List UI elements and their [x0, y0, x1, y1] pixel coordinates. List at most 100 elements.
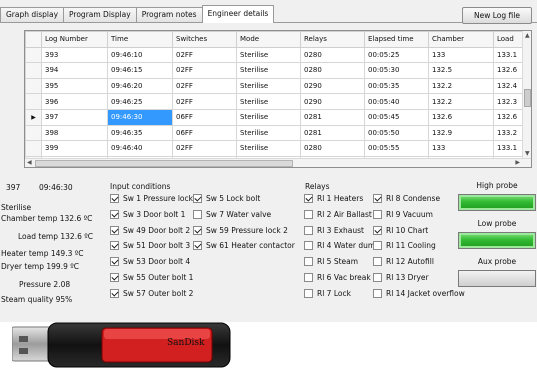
checked-box-icon[interactable]: [110, 209, 119, 219]
table-cell-chamber[interactable]: 132.9: [428, 124, 494, 142]
table-cell-mode[interactable]: Sterilise: [236, 93, 301, 110]
table-cell-time[interactable]: 09:46:35: [107, 124, 173, 142]
unchecked-box-icon[interactable]: [373, 288, 382, 298]
table-cell-time[interactable]: 09:46:40: [107, 140, 173, 157]
checked-box-icon[interactable]: [110, 288, 119, 298]
unchecked-box-icon[interactable]: [304, 225, 313, 235]
table-cell-mode[interactable]: Sterilise: [236, 108, 301, 126]
checked-box-icon[interactable]: [110, 241, 119, 251]
table-cell-mode[interactable]: Sterilise: [236, 124, 301, 142]
table-cell-relays[interactable]: 0280: [300, 46, 365, 64]
table-cell-log-number[interactable]: 398: [41, 124, 108, 142]
table-cell-relays[interactable]: 0290: [300, 77, 365, 95]
column-header-relays[interactable]: Relays: [300, 31, 365, 48]
scroll-right-arrow-icon[interactable]: ▶: [515, 159, 520, 167]
unchecked-box-icon[interactable]: [373, 273, 382, 282]
table-cell-log-number[interactable]: 395: [41, 77, 108, 95]
horizontal-scrollbar[interactable]: ◀ ▶: [25, 158, 531, 167]
table-cell-elapsed-time[interactable]: 00:05:55: [364, 140, 429, 157]
table-cell-chamber[interactable]: 133: [428, 46, 494, 64]
log-grid[interactable]: Log Number Time Switches Mode Relays Ela…: [24, 30, 532, 168]
checked-box-icon[interactable]: [304, 194, 313, 203]
checkbox-rl-12-autofill[interactable]: Rl 12 Autofill: [373, 257, 434, 267]
table-cell-chamber[interactable]: 132.5: [428, 62, 494, 79]
row-indicator[interactable]: [25, 62, 42, 79]
column-header-chamber[interactable]: Chamber: [428, 31, 494, 48]
scroll-down-arrow-icon[interactable]: ▼: [525, 150, 530, 158]
unchecked-box-icon[interactable]: [373, 257, 382, 267]
table-cell-switches[interactable]: 06FF: [172, 108, 237, 126]
checkbox-rl-6-vac-break[interactable]: Rl 6 Vac break: [304, 273, 371, 282]
checkbox-rl-5-steam[interactable]: Rl 5 Steam: [304, 257, 358, 267]
table-cell-relays[interactable]: 0280: [300, 140, 365, 157]
table-cell-time[interactable]: 09:46:30: [107, 108, 173, 126]
checked-box-icon[interactable]: [110, 225, 119, 235]
row-indicator[interactable]: [25, 46, 42, 64]
table-cell-relays[interactable]: 0280: [300, 62, 365, 79]
vertical-scroll-thumb[interactable]: [524, 89, 531, 107]
row-indicator[interactable]: [25, 140, 42, 157]
column-header-switches[interactable]: Switches: [172, 31, 237, 48]
table-row[interactable]: 395 09:46:20 02FF Sterilise 0290 00:05:35 132.…: [25, 77, 530, 95]
checkbox-sw-59-pressure-lock-2[interactable]: Sw 59 Pressure lock 2: [193, 225, 288, 235]
table-cell-time[interactable]: 09:46:20: [107, 77, 173, 95]
checkbox-sw-57-outer-bolt-2[interactable]: Sw 57 Outer bolt 2: [110, 288, 193, 298]
checkbox-sw-1-pressure-lock-1[interactable]: Sw 1 Pressure lock 1: [110, 194, 200, 203]
table-cell-mode[interactable]: Sterilise: [236, 77, 301, 95]
table-cell-log-number[interactable]: 399: [41, 140, 108, 157]
tab-program-display[interactable]: Program Display: [63, 7, 137, 23]
checkbox-rl-1-heaters[interactable]: Rl 1 Heaters: [304, 194, 363, 203]
column-header-time[interactable]: Time: [107, 31, 173, 48]
row-indicator[interactable]: ▶: [25, 108, 42, 126]
table-cell-chamber[interactable]: 132.2: [428, 77, 494, 95]
table-cell-switches[interactable]: 02FF: [172, 77, 237, 95]
table-cell-chamber[interactable]: 132.2: [428, 93, 494, 110]
checkbox-sw-7-water-valve[interactable]: Sw 7 Water valve: [193, 209, 271, 219]
checkbox-sw-49-door-bolt-2[interactable]: Sw 49 Door bolt 2: [110, 225, 190, 235]
checkbox-sw-5-lock-bolt[interactable]: Sw 5 Lock bolt: [193, 194, 260, 203]
row-indicator[interactable]: [25, 93, 42, 110]
column-header-log-number[interactable]: Log Number: [41, 31, 108, 48]
checked-box-icon[interactable]: [373, 225, 382, 235]
table-cell-mode[interactable]: Sterilise: [236, 140, 301, 157]
checked-box-icon[interactable]: [110, 194, 119, 203]
checked-box-icon[interactable]: [193, 194, 202, 203]
table-cell-log-number[interactable]: 397: [41, 108, 108, 126]
table-cell-time[interactable]: 09:46:15: [107, 62, 173, 79]
table-cell-mode[interactable]: Sterilise: [236, 62, 301, 79]
table-row[interactable]: 394 09:46:15 02FF Sterilise 0280 00:05:30 132.…: [25, 62, 530, 79]
table-cell-switches[interactable]: 02FF: [172, 93, 237, 110]
table-cell-relays[interactable]: 0290: [300, 93, 365, 110]
table-row[interactable]: 393 09:46:10 02FF Sterilise 0280 00:05:25 133 1…: [25, 46, 530, 64]
table-cell-time[interactable]: 09:46:10: [107, 46, 173, 64]
unchecked-box-icon[interactable]: [304, 257, 313, 267]
unchecked-box-icon[interactable]: [304, 209, 313, 219]
table-cell-chamber[interactable]: 132.6: [428, 108, 494, 126]
unchecked-box-icon[interactable]: [304, 288, 313, 298]
checked-box-icon[interactable]: [110, 273, 119, 282]
checkbox-rl-14-jacket-overflow[interactable]: Rl 14 Jacket overflow: [373, 288, 465, 298]
unchecked-box-icon[interactable]: [373, 241, 382, 251]
scroll-left-arrow-icon[interactable]: ◀: [27, 159, 32, 167]
table-cell-log-number[interactable]: 396: [41, 93, 108, 110]
checkbox-sw-51-door-bolt-3[interactable]: Sw 51 Door bolt 3: [110, 241, 190, 251]
checkbox-rl-8-condense[interactable]: Rl 8 Condense: [373, 194, 440, 203]
horizontal-scroll-thumb[interactable]: [35, 160, 293, 167]
table-row[interactable]: 399 09:46:40 02FF Sterilise 0280 00:05:55 133 1…: [25, 140, 530, 157]
checkbox-rl-10-chart[interactable]: Rl 10 Chart: [373, 225, 428, 235]
table-cell-relays[interactable]: 0281: [300, 124, 365, 142]
unchecked-box-icon[interactable]: [304, 273, 313, 282]
vertical-scrollbar[interactable]: ▲ ▼: [522, 31, 531, 159]
table-cell-switches[interactable]: 02FF: [172, 46, 237, 64]
table-cell-elapsed-time[interactable]: 00:05:35: [364, 77, 429, 95]
row-indicator[interactable]: [25, 124, 42, 142]
table-cell-elapsed-time[interactable]: 00:05:30: [364, 62, 429, 79]
checked-box-icon[interactable]: [193, 241, 202, 251]
unchecked-box-icon[interactable]: [304, 241, 313, 251]
table-row[interactable]: 398 09:46:35 06FF Sterilise 0281 00:05:50 132.…: [25, 124, 530, 142]
tab-engineer-details[interactable]: Engineer details: [201, 5, 275, 23]
unchecked-box-icon[interactable]: [373, 209, 382, 219]
new-log-file-button[interactable]: New Log file: [462, 7, 532, 24]
checkbox-rl-13-dryer[interactable]: Rl 13 Dryer: [373, 273, 429, 282]
table-cell-elapsed-time[interactable]: 00:05:25: [364, 46, 429, 64]
